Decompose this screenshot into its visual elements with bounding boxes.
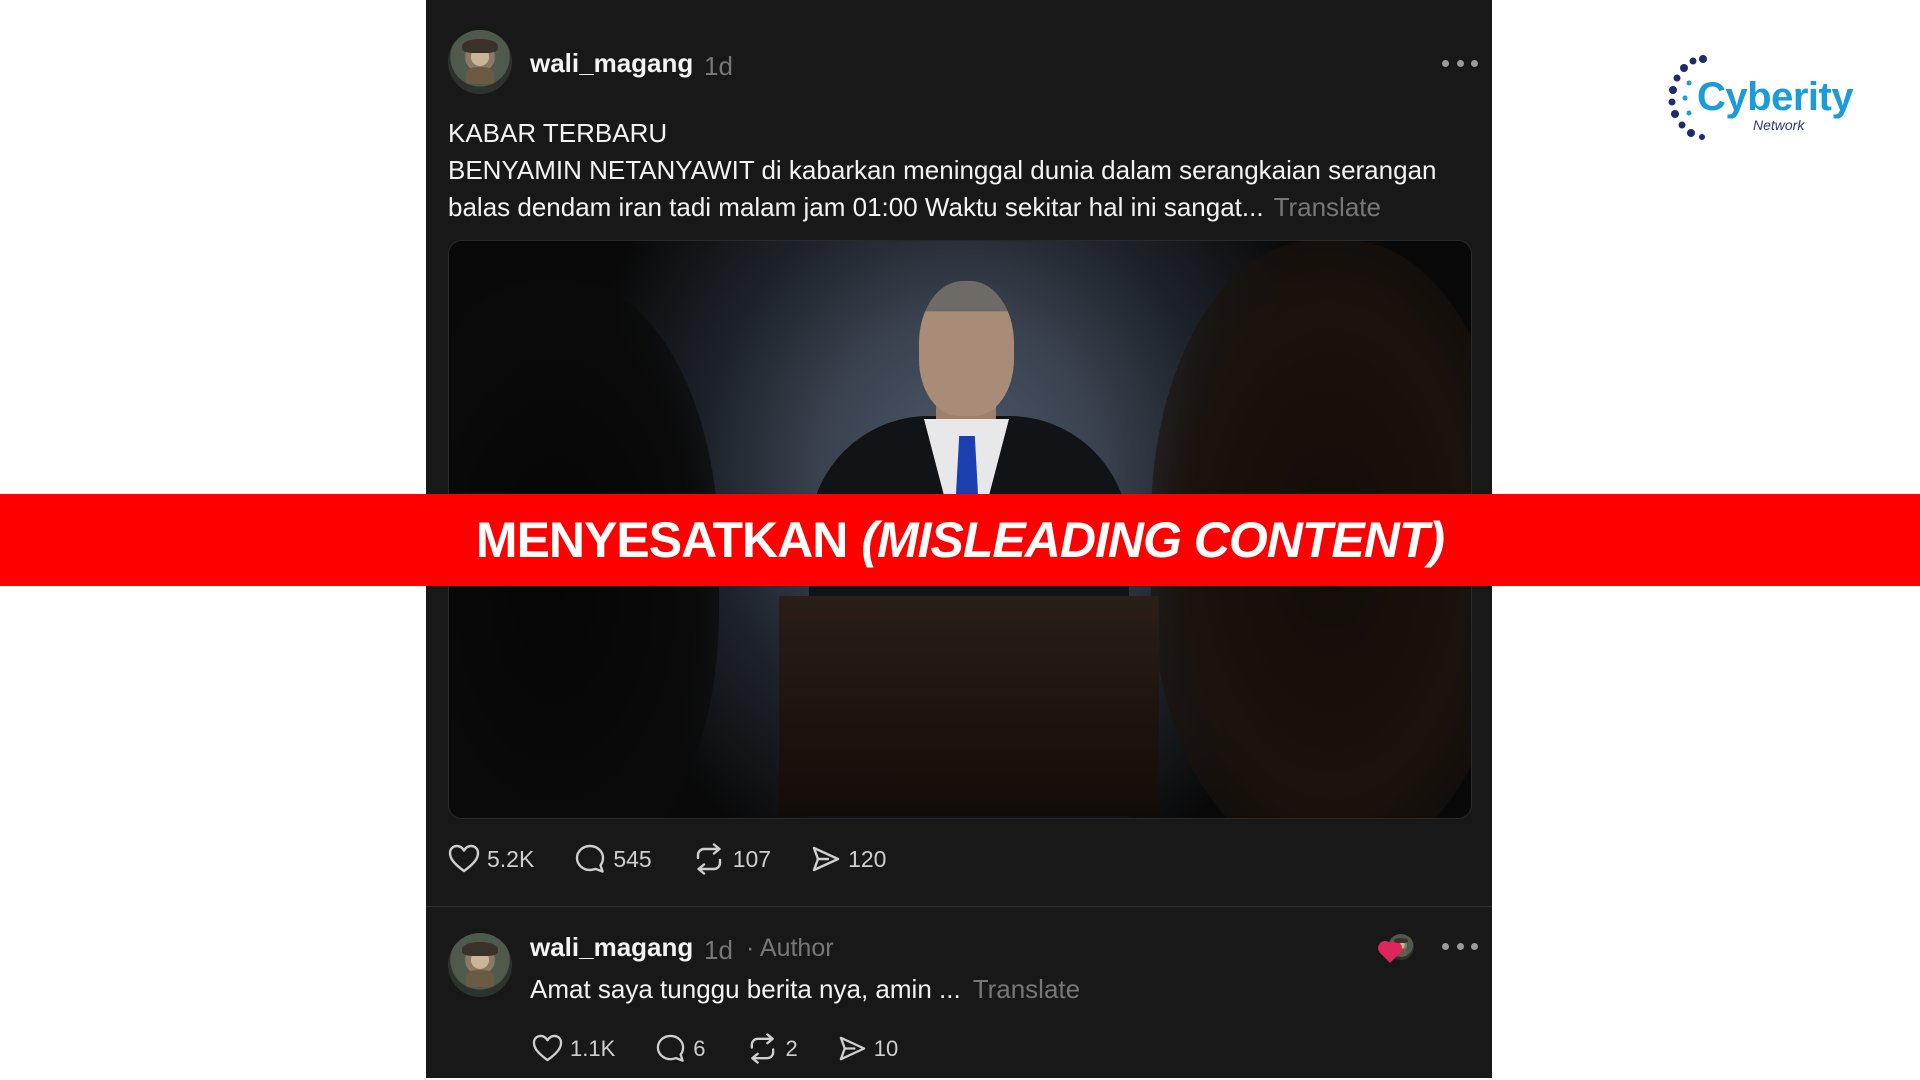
post-text-line1: KABAR TERBARU [448, 118, 668, 148]
reply-share-button[interactable]: 10 [838, 1034, 898, 1063]
repost-icon [696, 843, 721, 875]
reply-text-content: Amat saya tunggu berita nya, amin ... [530, 974, 961, 1004]
reply-stats-row: 1.1K 6 2 10 [532, 1033, 898, 1064]
logo-name: Cyberity [1697, 75, 1854, 119]
reply-likers-indicator[interactable] [1376, 934, 1416, 964]
share-icon [812, 846, 840, 872]
heart-icon [532, 1034, 563, 1062]
cyberity-logo: Cyberity Network [1667, 53, 1867, 149]
comment-icon [576, 844, 605, 873]
reply-translate-link[interactable]: Translate [973, 974, 1080, 1004]
reply-likes-count: 1.1K [570, 1035, 616, 1061]
post-reposts-count: 107 [732, 845, 772, 872]
post-text: KABAR TERBARU BENYAMIN NETANYAWIT di kab… [448, 115, 1448, 226]
reply-time: 1d [704, 935, 733, 965]
post-more-icon[interactable] [1442, 58, 1478, 68]
post-shares-count: 120 [848, 845, 887, 872]
post-time: 1d [704, 51, 733, 81]
post-stats-row: 5.2K 545 107 120 [448, 843, 886, 875]
reply-comments-count: 6 [693, 1035, 706, 1061]
comment-icon [657, 1034, 685, 1062]
post-share-button[interactable]: 120 [811, 844, 886, 874]
post-translate-link[interactable]: Translate [1274, 192, 1381, 222]
banner-main-text: MENYESATKAN [475, 512, 848, 568]
post-text-line3: balas dendam iran tadi malam jam 01:00 W… [448, 192, 1264, 222]
banner-paren-text: (MISLEADING CONTENT) [861, 512, 1445, 568]
reply-text: Amat saya tunggu berita nya, amin ... Tra… [530, 974, 1080, 1005]
reply-like-button[interactable]: 1.1K [532, 1034, 615, 1063]
reply-more-icon[interactable] [1442, 941, 1478, 951]
image-podium [779, 596, 1159, 816]
post-avatar[interactable] [448, 30, 512, 94]
post-comments-count: 545 [613, 845, 652, 872]
liker-heart-icon [1380, 943, 1400, 963]
reply-shares-count: 10 [873, 1035, 899, 1061]
repost-icon [750, 1033, 774, 1064]
post-divider [426, 906, 1492, 907]
share-icon [839, 1036, 866, 1061]
image-figure-head [919, 281, 1014, 416]
reply-comment-button[interactable]: 6 [655, 1033, 706, 1064]
reply-reposts-count: 2 [785, 1035, 798, 1061]
post-text-line2: BENYAMIN NETANYAWIT di kabarkan meningga… [448, 155, 1437, 185]
misleading-content-banner: MENYESATKAN (MISLEADING CONTENT) [0, 494, 1920, 586]
reply-repost-button[interactable]: 2 [746, 1033, 798, 1064]
post-username[interactable]: wali_magang [530, 48, 693, 79]
post-like-button[interactable]: 5.2K [448, 844, 534, 874]
heart-icon [448, 844, 480, 873]
post-comment-button[interactable]: 545 [574, 843, 652, 875]
post-text-line3-wrap: balas dendam iran tadi malam jam 01:00 W… [448, 189, 1448, 226]
reply-avatar[interactable] [448, 933, 512, 997]
post-likes-count: 5.2K [487, 845, 535, 872]
logo-subtitle: Network [1753, 117, 1805, 133]
reply-username[interactable]: wali_magang [530, 932, 693, 963]
reply-author-tag: · Author [746, 934, 834, 962]
post-repost-button[interactable]: 107 [692, 843, 771, 875]
